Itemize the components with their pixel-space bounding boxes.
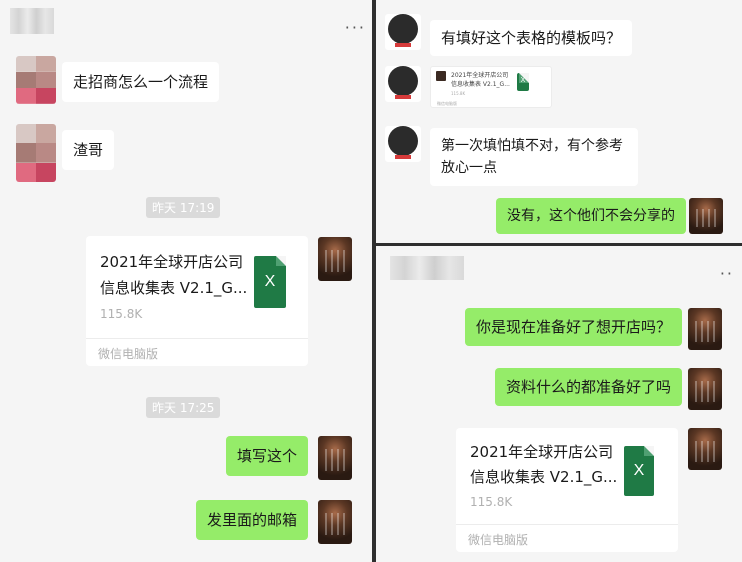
excel-icon-letter: X (633, 462, 645, 479)
my-avatar[interactable] (318, 500, 352, 544)
screenshot-collage: ··· 走招商怎么一个流程 渣哥 昨天 17:19 2021年全球开店公司 信息… (0, 0, 742, 562)
contact-name-blurred (10, 8, 54, 34)
panel-divider-horizontal (376, 243, 742, 246)
message-line2: 放心一点 (441, 160, 497, 176)
card-divider (456, 524, 678, 525)
contact-avatar[interactable] (385, 126, 421, 162)
more-options-icon[interactable]: ·· (720, 264, 734, 283)
file-title-line2: 信息收集表 V2.1_G... (470, 468, 618, 486)
my-avatar[interactable] (688, 368, 722, 410)
mini-file-title-line2: 信息收集表 V2.1_G... (451, 81, 510, 88)
my-avatar[interactable] (318, 237, 352, 281)
message-bubble-incoming[interactable]: 走招商怎么一个流程 (62, 62, 220, 102)
my-avatar[interactable] (689, 198, 723, 234)
file-source-label: 微信电脑版 (98, 347, 159, 361)
file-title-line1: 2021年全球开店公司 (100, 253, 244, 271)
my-avatar[interactable] (318, 436, 352, 480)
file-title-line2: 信息收集表 V2.1_G... (100, 279, 248, 297)
file-message-card[interactable]: 2021年全球开店公司 信息收集表 V2.1_G... 115.8K X 微信电… (86, 236, 308, 366)
sender-avatar-small (436, 71, 446, 81)
top-right-chat-panel: 有填好这个表格的模板吗？ 2021年全球开店公司 信息收集表 V2.1_G...… (376, 0, 742, 243)
timestamp: 昨天 17:25 (146, 397, 221, 418)
card-divider (86, 338, 308, 339)
left-chat-panel: ··· 走招商怎么一个流程 渣哥 昨天 17:19 2021年全球开店公司 信息… (0, 0, 372, 562)
file-source-label: 微信电脑版 (468, 533, 529, 547)
panel-divider-vertical (372, 0, 376, 562)
my-avatar[interactable] (688, 428, 722, 470)
file-size: 115.8K (470, 495, 513, 509)
message-bubble-outgoing[interactable]: 你是现在准备好了想开店吗？ (464, 308, 682, 346)
message-bubble-outgoing[interactable]: 没有，这个他们不会分享的 (496, 198, 686, 234)
file-message-card[interactable]: 2021年全球开店公司 信息收集表 V2.1_G... 115.8K X 微信电… (456, 428, 678, 552)
message-line1: 第一次填怕填不对，有个参考 (441, 138, 623, 154)
bottom-right-chat-panel: ·· 你是现在准备好了想开店吗？ 资料什么的都准备好了吗 2021年全球开店公司… (376, 246, 742, 562)
message-bubble-outgoing[interactable]: 填写这个 (225, 436, 308, 476)
message-bubble-incoming[interactable]: 有填好这个表格的模板吗？ (430, 20, 633, 56)
message-bubble-outgoing[interactable]: 资料什么的都准备好了吗 (494, 368, 682, 406)
excel-icon-letter: X (520, 77, 526, 84)
excel-file-icon: X (254, 256, 286, 308)
excel-file-icon: X (624, 446, 654, 496)
mini-file-source: 微信电脑版 (437, 101, 457, 106)
excel-icon-letter: X (264, 273, 276, 290)
contact-avatar[interactable] (385, 66, 421, 102)
message-bubble-incoming[interactable]: 渣哥 (62, 130, 115, 170)
contact-avatar[interactable] (16, 124, 56, 182)
contact-name-blurred (390, 256, 464, 280)
my-avatar[interactable] (688, 308, 722, 350)
message-bubble-outgoing[interactable]: 发里面的邮箱 (195, 500, 308, 540)
file-title-line1: 2021年全球开店公司 (470, 443, 614, 461)
file-message-card-thumbnail[interactable]: 2021年全球开店公司 信息收集表 V2.1_G... 115.8K 微信电脑版… (430, 66, 552, 108)
file-size: 115.8K (100, 307, 143, 321)
timestamp: 昨天 17:19 (146, 197, 221, 218)
mini-file-size: 115.8K (451, 91, 466, 96)
mini-file-title-line1: 2021年全球开店公司 (451, 72, 509, 79)
more-options-icon[interactable]: ··· (345, 18, 366, 37)
excel-file-icon: X (517, 73, 529, 91)
contact-avatar[interactable] (16, 56, 56, 104)
contact-avatar[interactable] (385, 14, 421, 50)
message-bubble-incoming[interactable]: 第一次填怕填不对，有个参考 放心一点 (430, 128, 638, 186)
